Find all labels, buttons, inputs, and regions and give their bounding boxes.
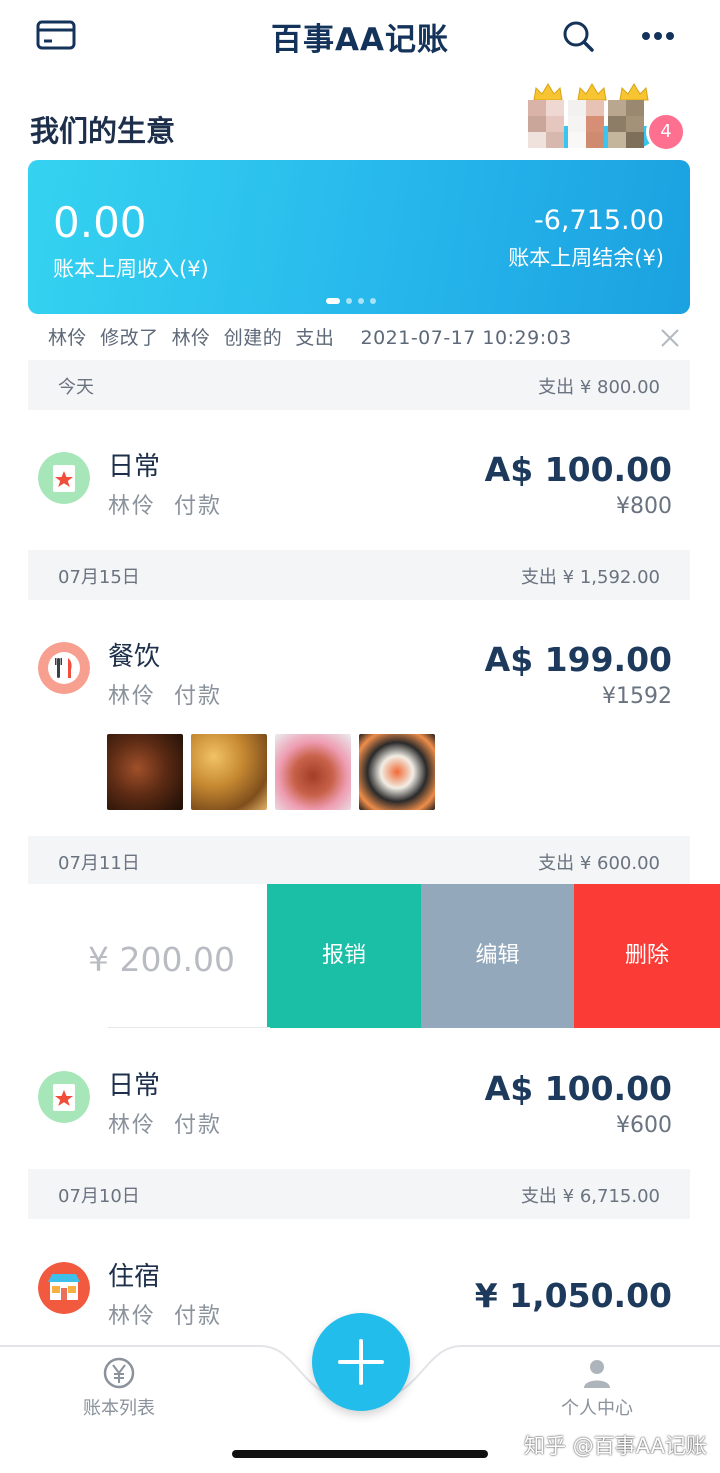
avatar: [608, 100, 644, 148]
fork-knife-icon: [38, 642, 90, 694]
delete-button[interactable]: 删除: [574, 884, 720, 1028]
day-total: 支出 ¥ 6,715.00: [520, 1186, 660, 1207]
avatar: [528, 100, 564, 148]
carousel-indicator: [326, 298, 382, 304]
entry-cny-amount: ¥600: [616, 1113, 672, 1138]
home-indicator: [232, 1450, 488, 1458]
star-card-icon: [38, 452, 90, 504]
entry-amount: ¥ 1,050.00: [474, 1276, 672, 1315]
top-bar: 百事AA记账: [0, 0, 720, 75]
watermark: 知乎 @百事AA记账: [524, 1434, 707, 1458]
carousel-dot: [370, 298, 376, 304]
more-icon[interactable]: [638, 24, 678, 48]
entry-category: 餐饮: [108, 642, 161, 672]
entry-cny-amount: ¥800: [616, 494, 672, 519]
day-date: 07月11日: [58, 853, 140, 874]
entry-payer: 林伶 付款: [108, 1304, 222, 1329]
swiped-list-item[interactable]: ¥ 200.00 报销 编辑 删除: [0, 884, 720, 1028]
day-header: 07月11日 支出 ¥ 600.00: [28, 836, 690, 886]
weekly-income-value: 0.00: [53, 198, 147, 247]
member-count-badge: 4: [646, 112, 686, 152]
ledger-name: 我们的生意: [30, 114, 176, 148]
yen-coin-icon: [103, 1357, 135, 1389]
carousel-dot: [346, 298, 352, 304]
activity-notice: 林伶 修改了 林伶 创建的 支出 2021-07-17 10:29:03: [48, 327, 572, 349]
reimburse-button[interactable]: 报销: [267, 884, 421, 1028]
crown-icon: [619, 83, 649, 101]
crown-icon: [577, 83, 607, 101]
list-item[interactable]: 日常 林伶 付款 A$ 100.00 ¥800: [0, 426, 720, 546]
entry-amount: A$ 199.00: [484, 640, 672, 679]
weekly-income-label: 账本上周收入(¥): [53, 257, 209, 281]
entry-payer: 林伶 付款: [108, 684, 222, 709]
nav-ledger-list[interactable]: 账本列表: [59, 1356, 179, 1420]
food-photo-2[interactable]: [191, 734, 267, 810]
food-photo-1[interactable]: [107, 734, 183, 810]
day-header: 07月10日 支出 ¥ 6,715.00: [28, 1169, 690, 1219]
list-item[interactable]: 餐饮 林伶 付款 A$ 199.00 ¥1592: [0, 616, 720, 736]
day-total: 支出 ¥ 800.00: [538, 377, 660, 398]
nav-ledger-list-label: 账本列表: [83, 1398, 155, 1419]
member-avatars[interactable]: 4: [528, 82, 688, 162]
carousel-dot: [358, 298, 364, 304]
entry-payer: 林伶 付款: [108, 494, 222, 519]
weekly-balance-label: 账本上周结余(¥): [508, 246, 664, 270]
day-header: 07月15日 支出 ¥ 1,592.00: [28, 550, 690, 600]
star-card-icon: [38, 1071, 90, 1123]
app-title: 百事AA记账: [271, 22, 449, 58]
edit-button[interactable]: 编辑: [421, 884, 574, 1028]
person-icon: [584, 1360, 610, 1388]
day-header: 今天 支出 ¥ 800.00: [28, 360, 690, 410]
weekly-balance-value: -6,715.00: [534, 205, 664, 236]
entry-amount: A$ 100.00: [484, 1069, 672, 1108]
plus-icon: [338, 1339, 384, 1385]
swiped-entry-amount: ¥ 200.00: [88, 940, 235, 979]
day-date: 07月10日: [58, 1186, 140, 1207]
nav-profile-label: 个人中心: [561, 1398, 633, 1419]
entry-payer: 林伶 付款: [108, 1113, 222, 1138]
entry-category: 住宿: [108, 1262, 161, 1292]
crown-icon: [533, 83, 563, 101]
avatar: [568, 100, 604, 148]
hotel-icon: [38, 1262, 90, 1314]
entry-category: 日常: [108, 1071, 161, 1101]
weekly-summary-card[interactable]: 0.00 账本上周收入(¥) -6,715.00 账本上周结余(¥): [28, 160, 690, 314]
day-total: 支出 ¥ 600.00: [538, 853, 660, 874]
day-date: 07月15日: [58, 567, 140, 588]
carousel-dot: [326, 298, 340, 304]
food-photo-3[interactable]: [275, 734, 351, 810]
nav-profile[interactable]: 个人中心: [537, 1356, 657, 1420]
day-total: 支出 ¥ 1,592.00: [520, 567, 660, 588]
search-icon[interactable]: [560, 18, 596, 54]
add-entry-button[interactable]: [312, 1313, 410, 1411]
day-date: 今天: [58, 377, 94, 398]
entry-category: 日常: [108, 452, 161, 482]
list-item[interactable]: 日常 林伶 付款 A$ 100.00 ¥600: [0, 1045, 720, 1165]
divider: [108, 1027, 270, 1028]
close-icon[interactable]: [660, 328, 680, 348]
entry-amount: A$ 100.00: [484, 450, 672, 489]
food-photo-4[interactable]: [359, 734, 435, 810]
entry-cny-amount: ¥1592: [602, 684, 672, 709]
